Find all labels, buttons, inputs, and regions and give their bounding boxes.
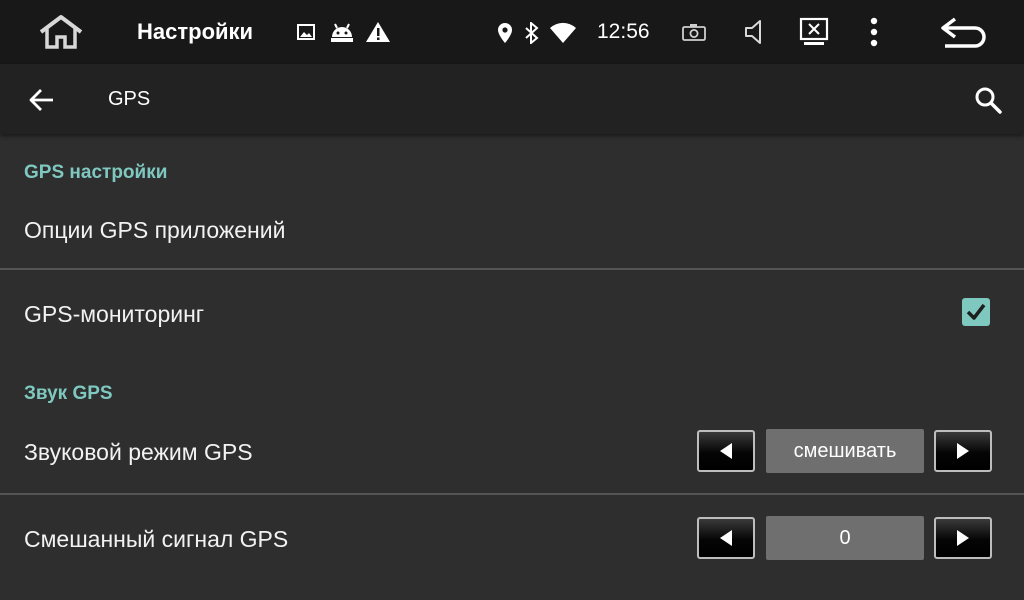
gps-sound-mode-value: смешивать <box>766 429 924 473</box>
android-icon <box>327 20 357 44</box>
more-vert-icon[interactable] <box>864 16 884 48</box>
divider <box>0 493 1024 495</box>
action-bar: GPS <box>0 64 1024 134</box>
bluetooth-icon <box>522 21 542 45</box>
section-header-gps-settings: GPS настройки <box>24 162 168 183</box>
status-bar: Настройки 12:56 <box>0 0 1024 64</box>
arrow-back-icon[interactable] <box>28 86 56 114</box>
gps-mixed-signal-prev-button[interactable] <box>697 517 755 559</box>
gps-app-options-label: Опции GPS приложений <box>24 217 286 243</box>
gps-mixed-signal-value: 0 <box>766 516 924 560</box>
gps-sound-mode-label: Звуковой режим GPS <box>24 439 253 465</box>
arrow-right-icon <box>957 443 969 459</box>
gps-sound-mode-next-button[interactable] <box>934 430 992 472</box>
search-icon[interactable] <box>972 84 1004 116</box>
image-icon <box>296 22 316 42</box>
home-icon[interactable] <box>36 12 86 52</box>
gps-monitoring-item[interactable]: GPS-мониторинг <box>0 272 1024 352</box>
screen-close-icon[interactable] <box>798 17 830 47</box>
gps-monitoring-checkbox[interactable] <box>962 298 990 326</box>
checkmark-icon <box>966 303 986 320</box>
page-title: GPS <box>108 88 151 110</box>
back-return-icon[interactable] <box>938 14 990 50</box>
section-header-gps-sound: Звук GPS <box>24 383 113 404</box>
gps-mixed-signal-label: Смешанный сигнал GPS <box>24 526 289 552</box>
arrow-right-icon <box>957 530 969 546</box>
status-title: Настройки <box>137 19 254 44</box>
gps-mixed-signal-next-button[interactable] <box>934 517 992 559</box>
gps-app-options-item[interactable]: Опции GPS приложений <box>0 196 1024 268</box>
gps-monitoring-label: GPS-мониторинг <box>24 301 205 327</box>
arrow-left-icon <box>720 530 732 546</box>
warning-icon <box>365 20 391 44</box>
wifi-icon <box>548 21 578 45</box>
camera-icon[interactable] <box>681 22 707 42</box>
location-icon <box>496 21 514 45</box>
gps-sound-mode-prev-button[interactable] <box>697 430 755 472</box>
volume-icon[interactable] <box>742 19 766 45</box>
arrow-left-icon <box>720 443 732 459</box>
status-time: 12:56 <box>597 20 650 43</box>
divider <box>0 268 1024 270</box>
